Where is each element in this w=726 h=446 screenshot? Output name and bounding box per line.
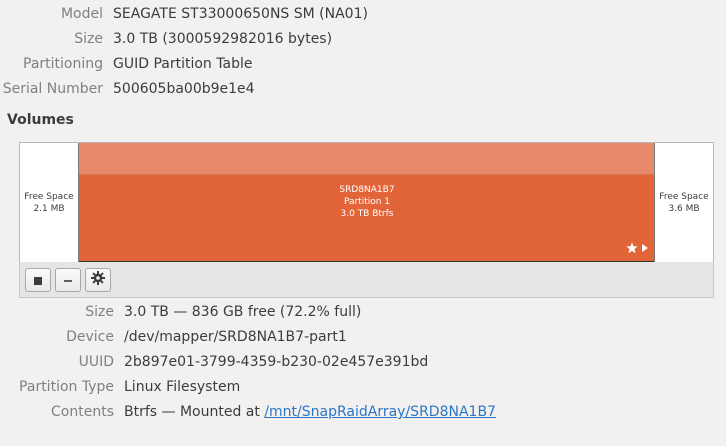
free-space-right-label: Free Space <box>659 191 709 202</box>
model-value: SEAGATE ST33000650NS SM (NA01) <box>113 6 368 22</box>
volume-toolbar <box>19 262 714 298</box>
model-row: Model SEAGATE ST33000650NS SM (NA01) <box>0 4 726 24</box>
free-space-left[interactable]: Free Space 2.1 MB <box>20 143 79 262</box>
drive-size-row: Size 3.0 TB (3000592982016 bytes) <box>0 29 726 49</box>
model-label: Model <box>60 6 103 22</box>
volume-map: Free Space 2.1 MB SRD8NA1B7 Partition 1 … <box>19 142 714 263</box>
uuid-row: UUID 2b897e01-3799-4359-b230-02e457e391b… <box>0 352 726 372</box>
contents-label: Contents <box>51 404 114 420</box>
contents-value: Btrfs — Mounted at /mnt/SnapRaidArray/SR… <box>124 402 496 422</box>
partition-settings-button[interactable] <box>85 268 111 292</box>
partition-type-value: Linux Filesystem <box>124 379 241 395</box>
stop-icon <box>33 271 43 290</box>
play-icon <box>641 243 649 255</box>
partition-type-label: Partition Type <box>19 379 114 395</box>
contents-prefix: Btrfs — Mounted at <box>124 404 260 420</box>
partition-1-block[interactable]: SRD8NA1B7 Partition 1 3.0 TB Btrfs <box>79 175 655 262</box>
partition-type-row: Partition Type Linux Filesystem <box>0 377 726 397</box>
device-label: Device <box>66 329 114 345</box>
delete-partition-button[interactable] <box>55 268 81 292</box>
partition-size-value: 3.0 TB — 836 GB free (72.2% full) <box>124 304 362 320</box>
contents-row: Contents Btrfs — Mounted at /mnt/SnapRai… <box>0 402 726 422</box>
partition-name: SRD8NA1B7 <box>339 185 395 195</box>
uuid-value: 2b897e01-3799-4359-b230-02e457e391bd <box>124 354 429 370</box>
partition-container-header[interactable] <box>79 143 655 175</box>
partition-size-label: Size <box>85 304 114 320</box>
serial-label: Serial Number <box>2 81 103 97</box>
serial-row: Serial Number 500605ba00b9e1e4 <box>0 79 726 99</box>
gear-icon <box>90 270 106 290</box>
partition-size-row: Size 3.0 TB — 836 GB free (72.2% full) <box>0 302 726 322</box>
partitioning-label: Partitioning <box>23 56 103 72</box>
partition-number: Partition 1 <box>343 197 391 207</box>
serial-value: 500605ba00b9e1e4 <box>113 81 255 97</box>
free-space-right[interactable]: Free Space 3.6 MB <box>654 143 713 262</box>
drive-size-label: Size <box>74 31 103 47</box>
drive-size-value: 3.0 TB (3000592982016 bytes) <box>113 31 333 47</box>
free-space-right-size: 3.6 MB <box>668 203 700 214</box>
minus-icon <box>63 271 73 290</box>
stop-button[interactable] <box>25 268 51 292</box>
free-space-left-label: Free Space <box>24 191 74 202</box>
partitioning-value: GUID Partition Table <box>113 56 253 72</box>
partitioning-row: Partitioning GUID Partition Table <box>0 54 726 74</box>
uuid-label: UUID <box>78 354 114 370</box>
device-value: /dev/mapper/SRD8NA1B7-part1 <box>124 329 347 345</box>
volumes-heading: Volumes <box>7 112 74 128</box>
partition-summary: 3.0 TB Btrfs <box>340 209 394 219</box>
device-row: Device /dev/mapper/SRD8NA1B7-part1 <box>0 327 726 347</box>
free-space-left-size: 2.1 MB <box>33 203 65 214</box>
mount-point-link[interactable]: /mnt/SnapRaidArray/SRD8NA1B7 <box>264 404 496 420</box>
star-icon <box>626 242 638 256</box>
